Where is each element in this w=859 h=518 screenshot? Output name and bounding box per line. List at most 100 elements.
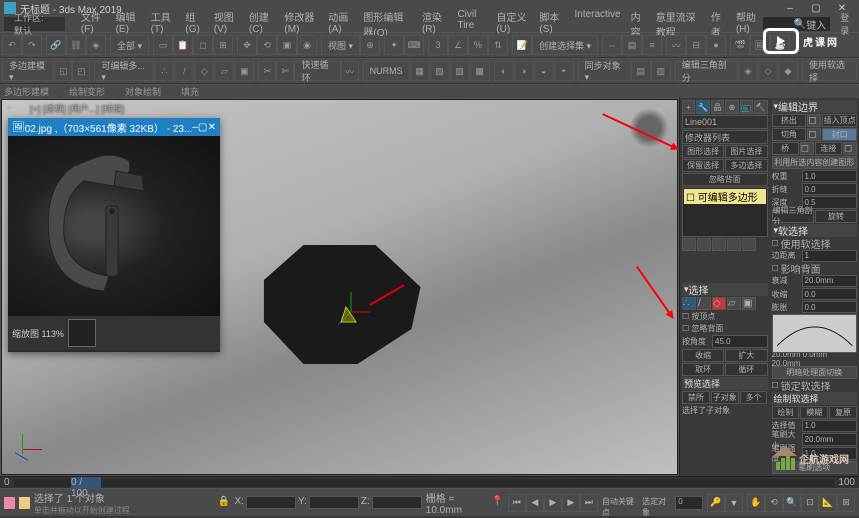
signin-link[interactable]: 登录	[840, 11, 855, 37]
time-slider-handle[interactable]: 0 / 100	[71, 477, 101, 489]
ribbon-tab[interactable]: 绘制变形	[69, 85, 105, 98]
named-sel-button[interactable]: 📝	[512, 35, 532, 55]
transform-gizmo[interactable]	[326, 287, 376, 337]
revert-button[interactable]: 复原	[829, 406, 857, 419]
ribbon-tab[interactable]: 填充	[181, 85, 199, 98]
layers-button[interactable]: ≡	[642, 35, 662, 55]
ribbon-misc[interactable]: ▩	[470, 61, 490, 81]
float-close-icon[interactable]: ✕	[208, 122, 216, 133]
isolate-icon[interactable]: 📍	[491, 496, 504, 510]
stack-item[interactable]: ☐ 可编辑多边形	[684, 189, 766, 204]
ribbon-misc[interactable]: ◈	[738, 61, 758, 81]
ribbon-geo[interactable]: 同步对象 ▾	[578, 61, 631, 81]
ignore-back-check[interactable]: ☐ 忽略背面	[682, 323, 768, 334]
vertex-mode[interactable]: ∴	[154, 61, 174, 81]
mirror-button[interactable]: ⇔	[602, 35, 622, 55]
chamfer-button[interactable]: 切角	[772, 128, 807, 141]
reference-image-window[interactable]: 🖼02.jpg ,（703×561像素 32KB） - 23...–▢✕ 缩放图…	[8, 118, 220, 352]
quickslice-button[interactable]: ✂	[258, 61, 276, 81]
select-button[interactable]: ▭	[153, 35, 173, 55]
curve-editor-button[interactable]: 〰	[666, 35, 686, 55]
ribbon-btn[interactable]: ◱	[54, 61, 72, 81]
elem-so[interactable]: ▣	[742, 297, 756, 310]
named-sel-dropdown[interactable]: 创建选择集 ▾	[532, 35, 598, 55]
edit-border-rollout[interactable]: ▾ 编辑边界	[772, 100, 858, 113]
pan-button[interactable]: ✋	[747, 494, 765, 512]
keyboard-shortcut-button[interactable]: ⌨	[404, 35, 424, 55]
lock-icon[interactable]: 🔒	[218, 496, 231, 510]
sel-filter[interactable]: 忽略背面	[682, 173, 768, 186]
insert-vertex-button[interactable]: 插入顶点	[822, 114, 857, 127]
modify-tab[interactable]: 🔧	[696, 100, 709, 114]
falloff-spinner[interactable]: 20.0mm	[802, 275, 858, 287]
cut-button[interactable]: ✄	[276, 61, 294, 81]
zoom-button[interactable]: 🔍	[783, 494, 801, 512]
spinner-snap-button[interactable]: ⇅	[488, 35, 508, 55]
stack-btn[interactable]	[682, 238, 696, 251]
utilities-tab[interactable]: 🔨	[754, 100, 767, 114]
pinch-spinner[interactable]: 0.0	[802, 288, 858, 300]
stack-btn[interactable]	[727, 238, 741, 251]
ribbon-tri[interactable]: 编辑三角剖分	[675, 61, 738, 81]
stack-btn[interactable]	[742, 238, 756, 251]
autokey-button[interactable]: 自动关键点	[602, 496, 638, 510]
keyfilter-button[interactable]: ▼	[725, 494, 743, 512]
edge-mode[interactable]: /	[174, 61, 194, 81]
vertex-so[interactable]: ∴	[682, 297, 696, 310]
ribbon-misc[interactable]: ◒	[534, 61, 554, 81]
time-slider[interactable]: 0 / 100	[14, 479, 835, 487]
chamfer-settings[interactable]: ◻	[807, 128, 821, 141]
object-name-field[interactable]: Line001	[682, 115, 768, 129]
percent-snap-button[interactable]: %	[468, 35, 488, 55]
material-editor-button[interactable]: ●	[706, 35, 726, 55]
rect-select-button[interactable]: ◻	[193, 35, 213, 55]
z-coord[interactable]	[372, 496, 422, 509]
ribbon-misc[interactable]: ◑	[514, 61, 534, 81]
angle-spinner[interactable]: 45.0	[712, 335, 768, 348]
unlink-button[interactable]: ⛓	[66, 35, 86, 55]
goto-end-button[interactable]: ⏭	[580, 494, 598, 512]
ribbon-misc[interactable]: ◓	[554, 61, 574, 81]
ring-button[interactable]: 取环	[682, 363, 724, 376]
listener-icon[interactable]	[19, 497, 30, 509]
paint-connect-button[interactable]: 〰	[341, 61, 359, 81]
snap-button[interactable]: 3	[428, 35, 448, 55]
stack-btn[interactable]	[712, 238, 726, 251]
thumbnail[interactable]	[68, 319, 96, 347]
cap-button[interactable]: 封口	[822, 128, 857, 141]
rotate-button2[interactable]: 旋转	[815, 210, 857, 223]
prev-frame-button[interactable]: ◀	[526, 494, 544, 512]
sel-filter[interactable]: 多边选择	[725, 159, 767, 172]
connect-settings[interactable]: ◻	[843, 142, 857, 155]
link-button[interactable]: 🔗	[46, 35, 66, 55]
ribbon-misc[interactable]: ▥	[651, 61, 671, 81]
paint-button[interactable]: 绘制	[772, 406, 800, 419]
element-mode[interactable]: ▣	[234, 61, 254, 81]
lock-softsel-check[interactable]: ☐ 锁定软选择	[772, 380, 858, 391]
loop-button[interactable]: 循环	[725, 363, 767, 376]
swiftloop-button[interactable]: 快速循环	[294, 61, 340, 81]
grow-button[interactable]: 扩大	[725, 349, 767, 362]
preview-off[interactable]: 禁所	[682, 391, 710, 404]
sel-filter[interactable]: 图形选择	[682, 145, 724, 158]
bridge-button[interactable]: 桥	[772, 142, 799, 155]
goto-start-button[interactable]: ⏮	[508, 494, 526, 512]
brushsize-spinner[interactable]: 20.0mm	[802, 433, 858, 446]
use-center-button[interactable]: ⊕	[360, 35, 380, 55]
next-frame-button[interactable]: ▶	[562, 494, 580, 512]
bubble-spinner[interactable]: 0.0	[802, 301, 858, 313]
rotate-button[interactable]: ⟲	[257, 35, 277, 55]
placement-button[interactable]: ◉	[297, 35, 317, 55]
preview-subobj[interactable]: 子对象	[711, 391, 739, 404]
select-name-button[interactable]: 📋	[173, 35, 193, 55]
maxscript-icon[interactable]	[4, 497, 15, 509]
orbit-button[interactable]: ⟲	[765, 494, 783, 512]
crease-spinner[interactable]: 0.0	[802, 183, 858, 195]
ribbon-tab[interactable]: 多边形建模	[4, 85, 49, 98]
sel-filter[interactable]: 保留选择	[682, 159, 724, 172]
current-frame[interactable]: 0	[675, 496, 703, 510]
display-tab[interactable]: 📺	[740, 100, 753, 114]
use-softsel-check[interactable]: ☐ 使用软选择	[772, 238, 858, 249]
create-tab[interactable]: +	[682, 100, 695, 114]
ribbon-misc[interactable]: ◇	[758, 61, 778, 81]
